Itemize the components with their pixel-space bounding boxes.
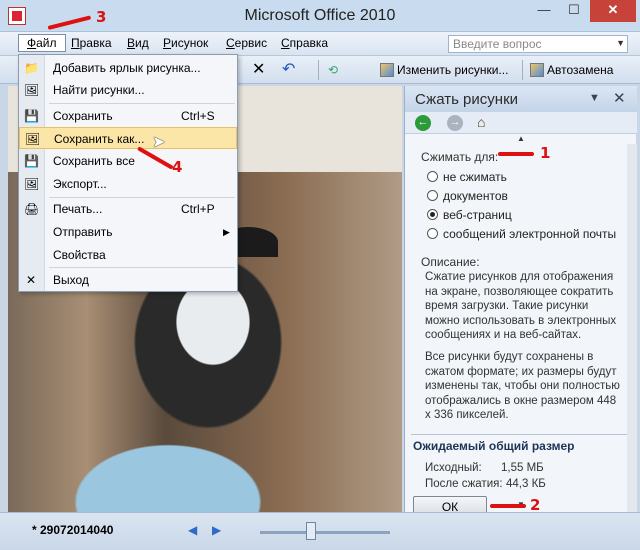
menu-file[interactable]: Файл <box>18 34 66 52</box>
annotation-line-1 <box>498 152 534 156</box>
menu-item-print[interactable]: 🖨 Печать... Ctrl+P <box>19 198 237 220</box>
menu-item-add-shortcut[interactable]: 📁 Добавить ярлык рисунка... <box>19 57 237 79</box>
next-picture-icon[interactable]: ▶ <box>212 523 221 537</box>
autocorrect-button[interactable]: Автозамена <box>530 60 613 80</box>
radio-no-compress[interactable]: не сжимать <box>427 168 507 186</box>
edit-pictures-icon <box>380 63 394 77</box>
annotation-4: 4 <box>172 158 183 176</box>
exit-icon: ✕ <box>25 273 37 287</box>
find-pictures-icon: 🖼 <box>24 83 40 97</box>
expected-size-heading: Ожидаемый общий размер <box>411 434 627 454</box>
menu-item-properties[interactable]: Свойства <box>19 244 237 266</box>
task-pane-compress-pictures: Сжать рисунки ▼ ✕ ← → ⌂ ▲ Сжимать для: н… <box>404 86 637 518</box>
status-bar: * 29072014040 ◀ ▶ <box>0 512 640 550</box>
save-icon: 💾 <box>24 109 39 123</box>
description-text: Сжатие рисунков для отображения на экран… <box>425 271 617 341</box>
annotation-3: 3 <box>96 8 107 26</box>
menu-tools[interactable]: Сервис <box>226 36 267 50</box>
menu-item-save-all[interactable]: 💾 Сохранить все <box>19 150 237 172</box>
status-filename: * 29072014040 <box>32 523 114 537</box>
undo-icon[interactable]: ↶ <box>282 60 295 80</box>
maximize-button[interactable]: ☐ <box>560 0 588 22</box>
delete-icon[interactable]: ✕ <box>252 60 265 80</box>
menu-picture[interactable]: Рисунок <box>163 36 208 50</box>
print-icon: 🖨 <box>24 202 40 216</box>
zoom-slider-thumb[interactable] <box>306 522 316 540</box>
menu-item-save-as[interactable]: 🖼 Сохранить как... <box>19 127 237 149</box>
toolbar-separator <box>318 60 319 80</box>
menu-item-find-pictures[interactable]: 🖼 Найти рисунки... <box>19 79 237 101</box>
radio-email[interactable]: сообщений электронной почты <box>427 225 616 243</box>
help-search-input[interactable]: Введите вопрос ▼ <box>448 35 628 53</box>
forward-icon[interactable]: → <box>447 115 463 131</box>
task-pane-body: Сжимать для: не сжимать документов веб-с… <box>405 144 627 518</box>
radio-button[interactable] <box>427 190 438 201</box>
export-icon: 🖼 <box>24 177 40 191</box>
menu-edit[interactable]: Правка <box>71 36 112 50</box>
menu-item-export[interactable]: 🖼 Экспорт... <box>19 173 237 195</box>
minimize-button[interactable]: — <box>530 0 558 22</box>
original-size-value: 1,55 МБ <box>501 462 544 474</box>
task-pane-scrollbar[interactable] <box>627 144 637 512</box>
previous-picture-icon[interactable]: ◀ <box>188 523 197 537</box>
toolbar-separator <box>522 60 523 80</box>
description-label: Описание: <box>421 255 480 269</box>
scroll-up-icon[interactable]: ▲ <box>405 134 637 144</box>
menu-separator <box>49 267 235 268</box>
original-size-label: Исходный: <box>425 462 482 474</box>
file-menu-dropdown: 📁 Добавить ярлык рисунка... 🖼 Найти рису… <box>18 54 238 292</box>
compressed-size-label: После сжатия: <box>425 478 503 490</box>
close-button[interactable]: ✕ <box>590 0 636 22</box>
zoom-slider-track[interactable] <box>260 531 390 534</box>
description-text-2: Все рисунки будут сохранены в сжатом фор… <box>425 351 620 421</box>
radio-documents[interactable]: документов <box>427 187 508 205</box>
task-pane-title: Сжать рисунки <box>415 91 519 108</box>
annotation-1: 1 <box>540 144 551 162</box>
menu-item-send[interactable]: Отправить ▶ <box>19 221 237 243</box>
annotation-line-2 <box>490 504 526 508</box>
task-pane-nav: ← → ⌂ <box>405 112 637 134</box>
radio-button-selected[interactable] <box>427 209 438 220</box>
menu-bar: Файл Правка Вид Рисунок Сервис Справка В… <box>0 32 640 56</box>
back-icon[interactable]: ← <box>415 115 431 131</box>
edit-pictures-button[interactable]: Изменить рисунки... <box>380 60 508 80</box>
add-shortcut-icon: 📁 <box>24 61 39 75</box>
menu-separator <box>49 103 235 104</box>
radio-button[interactable] <box>427 171 438 182</box>
save-all-icon: 💾 <box>24 154 39 168</box>
radio-web-pages[interactable]: веб-страниц <box>427 206 512 224</box>
autocorrect-icon <box>530 63 544 77</box>
home-icon[interactable]: ⌂ <box>477 114 485 130</box>
rotate-icon[interactable]: ⟲ <box>328 60 338 80</box>
mouse-cursor-icon: ➤ <box>152 134 166 151</box>
chevron-down-icon[interactable]: ▼ <box>616 38 625 48</box>
menu-help[interactable]: Справка <box>281 36 328 50</box>
menu-item-exit[interactable]: ✕ Выход <box>19 269 237 291</box>
compress-for-label: Сжимать для: <box>421 150 499 164</box>
radio-button[interactable] <box>427 228 438 239</box>
task-pane-header: Сжать рисунки ▼ ✕ <box>405 86 637 112</box>
menu-view[interactable]: Вид <box>127 36 149 50</box>
help-placeholder: Введите вопрос <box>453 37 542 51</box>
compressed-size-value: 44,3 КБ <box>506 478 546 490</box>
chevron-down-icon[interactable]: ▼ <box>589 92 600 104</box>
close-icon[interactable]: ✕ <box>613 89 626 107</box>
menu-item-save[interactable]: 💾 Сохранить Ctrl+S <box>19 105 237 127</box>
save-as-icon: 🖼 <box>25 132 41 146</box>
annotation-2: 2 <box>530 496 541 514</box>
submenu-arrow-icon: ▶ <box>223 227 230 237</box>
